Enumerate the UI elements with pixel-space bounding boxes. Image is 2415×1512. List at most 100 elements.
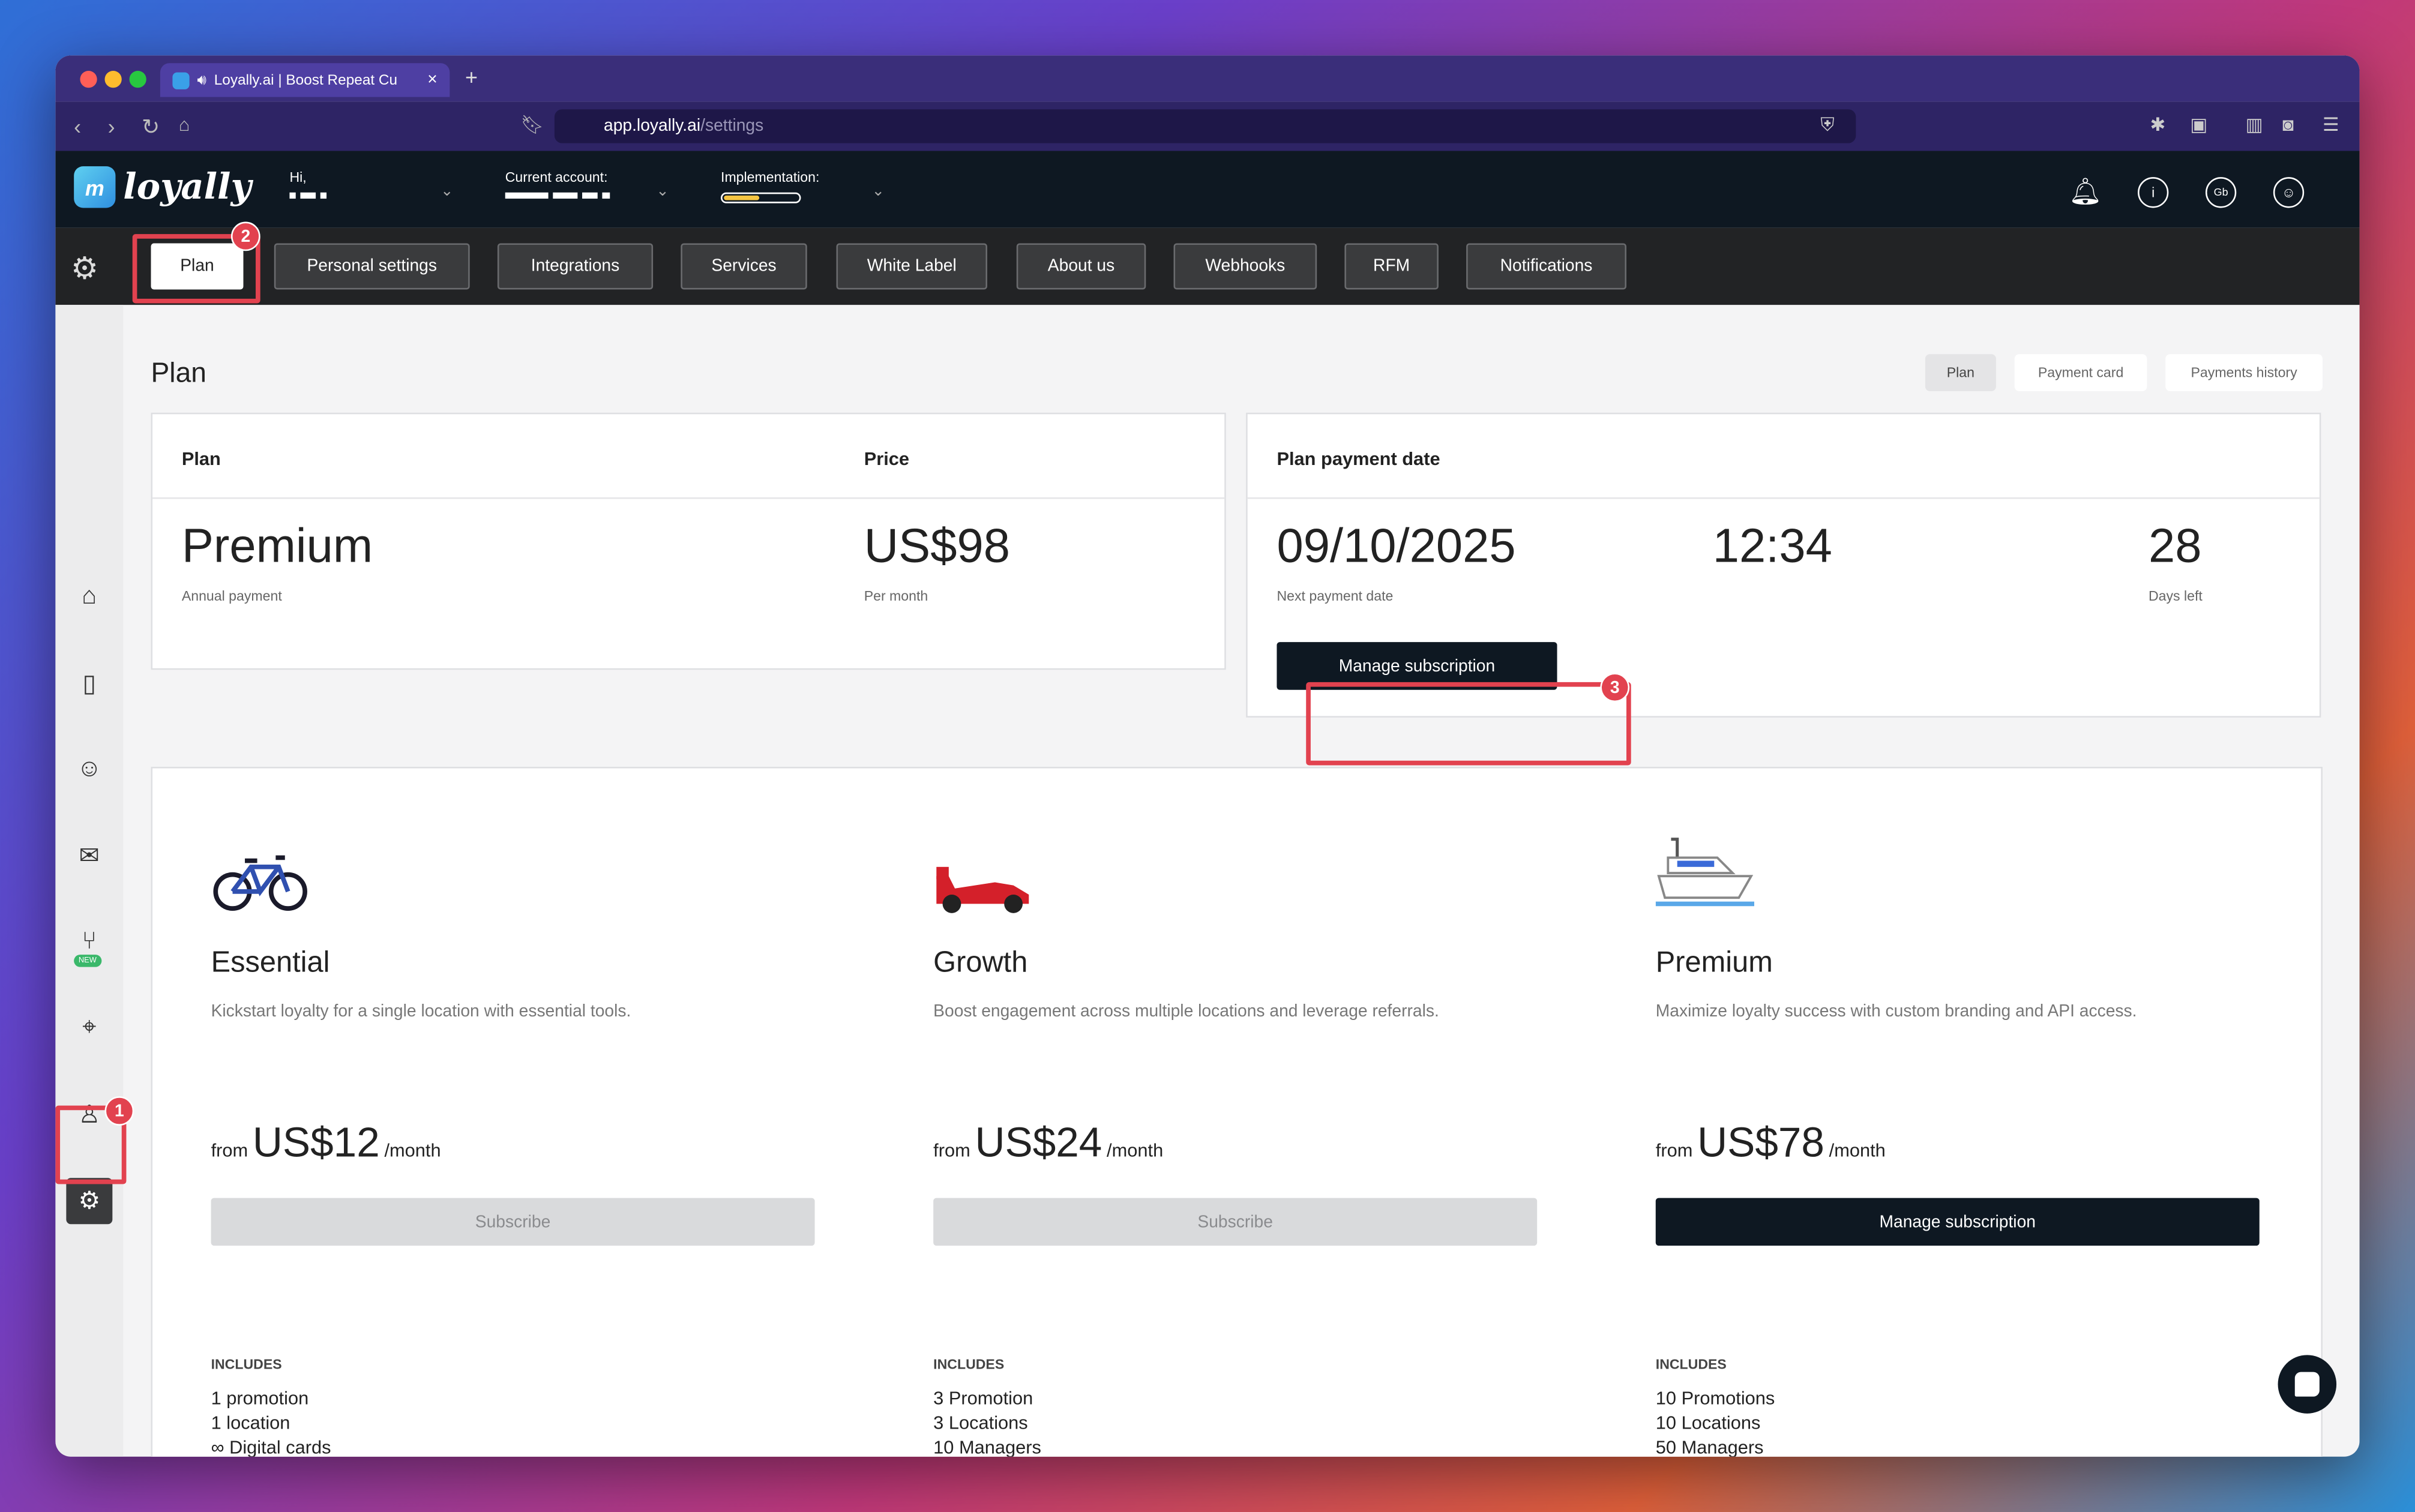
implementation-label: Implementation: <box>721 169 820 185</box>
brand-logo[interactable]: m loyally <box>74 166 251 208</box>
menu-icon[interactable]: ☰ <box>2323 114 2339 136</box>
tab-rfm[interactable]: RFM <box>1344 243 1439 290</box>
plan-column-header: Plan <box>181 448 221 470</box>
subscribe-essential-button[interactable]: Subscribe <box>211 1198 815 1246</box>
race-car-icon <box>936 866 1029 913</box>
close-window-button[interactable] <box>80 71 97 88</box>
new-tab-button[interactable]: + <box>465 65 478 89</box>
browser-window: 🔊︎ Loyally.ai | Boost Repeat Cu × + ‹ › … <box>55 55 2360 1457</box>
shield-icon[interactable]: ⛨ <box>1820 114 1834 137</box>
chevron-down-icon[interactable]: ⌄ <box>656 183 669 200</box>
wallet-icon[interactable]: ▣ <box>2190 114 2207 136</box>
profile-icon[interactable]: ☺ <box>2273 177 2305 208</box>
extensions-icon[interactable]: ✱ <box>2150 114 2166 136</box>
price-column-header: Price <box>864 448 910 470</box>
includes-label: INCLUDES <box>211 1356 282 1372</box>
favicon-icon <box>172 71 190 89</box>
manage-subscription-premium-button[interactable]: Manage subscription <box>1655 1198 2260 1246</box>
implementation-progress[interactable]: Implementation: <box>721 169 819 203</box>
tab-integrations[interactable]: Integrations <box>497 243 654 290</box>
price-value: US$78 <box>1697 1119 1824 1166</box>
brand-name: loyally <box>123 166 251 208</box>
chat-launcher-button[interactable] <box>2278 1355 2337 1414</box>
list-item: 3 Promotion <box>933 1387 1033 1409</box>
payment-time: 12:34 <box>1712 518 1832 573</box>
days-left-label: Days left <box>2148 588 2203 604</box>
plan-desc-premium: Maximize loyalty success with custom bra… <box>1655 1002 2137 1021</box>
chat-icon[interactable]: ✉ <box>74 841 104 871</box>
subtab-plan[interactable]: Plan <box>1925 354 1996 391</box>
step-badge: 3 <box>1600 673 1630 703</box>
browser-titlebar: 🔊︎ Loyally.ai | Boost Repeat Cu × + <box>55 55 2360 102</box>
reload-icon[interactable]: ↻ <box>142 114 160 140</box>
tab-personal-settings[interactable]: Personal settings <box>274 243 470 290</box>
subtab-payment-card[interactable]: Payment card <box>2014 354 2147 391</box>
settings-tabbar: ⚙ Plan Personal settings Integrations Se… <box>55 227 2360 305</box>
chevron-down-icon[interactable]: ⌄ <box>872 183 885 200</box>
tab-close-icon[interactable]: × <box>427 71 438 89</box>
price-period: /month <box>1829 1139 1886 1161</box>
plan-price: US$98 <box>864 518 1010 573</box>
bell-icon[interactable]: 🔔︎ <box>2069 177 2102 208</box>
gear-icon[interactable]: ⚙ <box>71 250 98 288</box>
tab-services[interactable]: Services <box>681 243 807 290</box>
list-item: ∞ Digital cards <box>211 1436 331 1457</box>
price-period: /month <box>384 1139 441 1161</box>
subtab-payments-history[interactable]: Payments history <box>2165 354 2323 391</box>
plan-name-essential: Essential <box>211 947 330 980</box>
minimize-window-button[interactable] <box>104 71 122 88</box>
account-label: Current account: <box>505 169 608 185</box>
price-value: US$12 <box>252 1119 380 1166</box>
vpn-icon[interactable]: ◙ <box>2282 114 2294 136</box>
price-from: from <box>933 1139 970 1161</box>
settings-gear-icon[interactable]: ⚙ <box>66 1178 113 1225</box>
browser-tab[interactable]: 🔊︎ Loyally.ai | Boost Repeat Cu × <box>160 63 450 97</box>
list-item: 3 Locations <box>933 1412 1028 1434</box>
plan-price-premium: from US$78 /month <box>1656 1120 1886 1168</box>
list-item: 1 promotion <box>211 1387 309 1409</box>
account-selector[interactable]: Current account: <box>505 169 610 199</box>
next-payment-label: Next payment date <box>1277 588 1394 604</box>
tab-white-label[interactable]: White Label <box>836 243 987 290</box>
yacht-icon <box>1655 838 1755 907</box>
price-period: /month <box>1107 1139 1164 1161</box>
price-value: US$24 <box>975 1119 1102 1166</box>
list-item: 10 Managers <box>933 1436 1041 1457</box>
user-selector[interactable]: Hi, <box>289 169 327 199</box>
plan-price-growth: from US$24 /month <box>933 1120 1163 1168</box>
page-title: Plan <box>151 357 206 388</box>
home-icon[interactable]: ⌂ <box>179 114 190 136</box>
back-icon[interactable]: ‹ <box>74 114 81 139</box>
includes-label: INCLUDES <box>933 1356 1005 1372</box>
device-icon[interactable]: ▯ <box>74 668 104 699</box>
chevron-down-icon[interactable]: ⌄ <box>441 183 454 200</box>
home-icon[interactable]: ⌂ <box>74 582 104 613</box>
plan-name-premium: Premium <box>1655 947 1773 980</box>
plan-name-growth: Growth <box>933 947 1028 980</box>
tab-notifications[interactable]: Notifications <box>1466 243 1627 290</box>
flow-icon[interactable]: ⑂ <box>74 927 104 958</box>
bookmark-icon[interactable]: 🔖︎ <box>520 114 544 136</box>
new-badge: NEW <box>74 955 101 967</box>
customers-icon[interactable]: ☺ <box>74 754 104 785</box>
location-icon[interactable]: ⌖ <box>74 1013 104 1044</box>
forward-icon[interactable]: › <box>108 114 115 139</box>
address-bar[interactable]: app.loyally.ai/settings <box>554 109 1856 143</box>
maximize-window-button[interactable] <box>129 71 146 88</box>
main-content: Plan Plan Payment card Payments history … <box>123 305 2359 1457</box>
avatar[interactable]: Gb <box>2205 177 2237 208</box>
tab-webhooks[interactable]: Webhooks <box>1173 243 1317 290</box>
current-plan-card: Plan Price Premium Annual payment US$98 … <box>151 412 1226 670</box>
days-left: 28 <box>2148 518 2202 573</box>
brand-mark: m <box>74 166 116 208</box>
price-period: Per month <box>864 588 928 604</box>
tab-about-us[interactable]: About us <box>1016 243 1146 290</box>
includes-label: INCLUDES <box>1655 1356 1727 1372</box>
speaker-icon[interactable]: 🔊︎ <box>197 71 206 88</box>
tab-title: Loyally.ai | Boost Repeat Cu <box>214 71 398 89</box>
chat-bubble-icon <box>2294 1372 2320 1397</box>
plan-name: Premium <box>181 518 373 573</box>
info-icon[interactable]: i <box>2138 177 2169 208</box>
subscribe-growth-button[interactable]: Subscribe <box>933 1198 1538 1246</box>
sidebar-toggle-icon[interactable]: ▥ <box>2246 114 2263 136</box>
